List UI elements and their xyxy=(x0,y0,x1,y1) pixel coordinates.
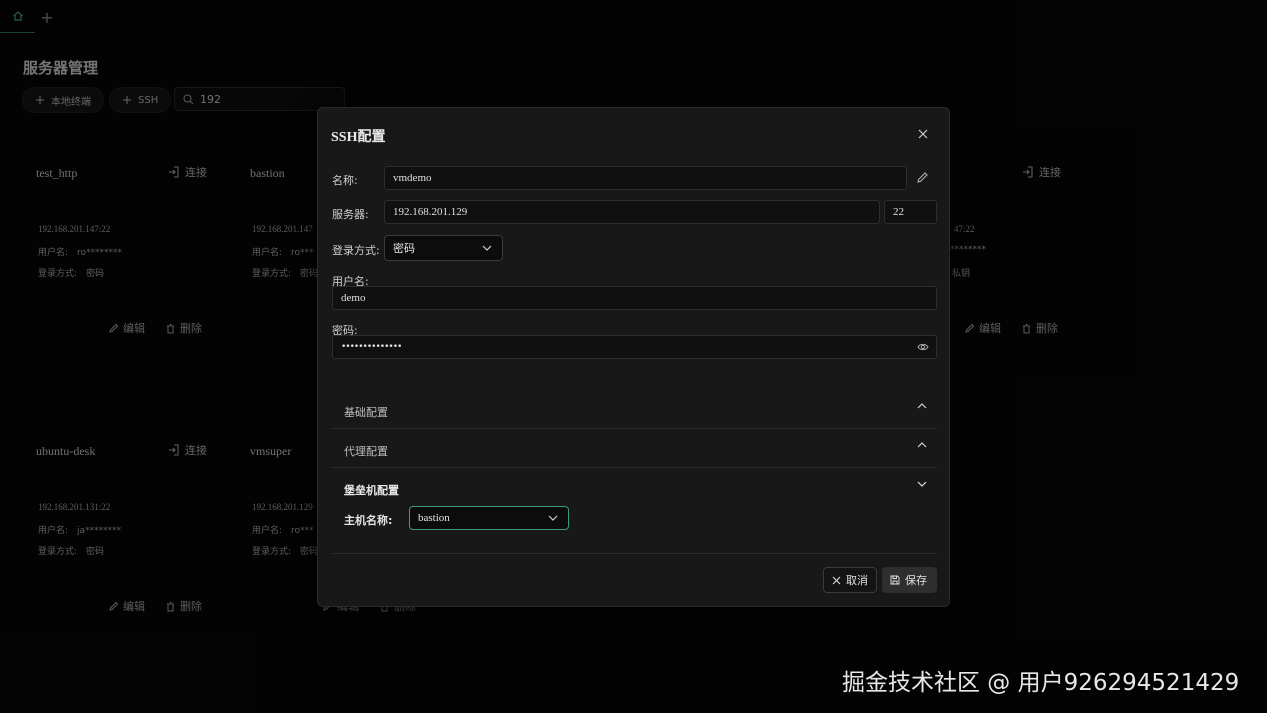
close-button[interactable] xyxy=(914,125,932,143)
bastion-host-value: bastion xyxy=(418,512,450,524)
login-method-label: 登录方式: xyxy=(332,244,380,257)
username-input[interactable]: demo xyxy=(332,286,937,310)
pencil-icon xyxy=(917,172,928,183)
ssh-config-dialog: SSH配置 名称: vmdemo 服务器: 192.168.201.129 22… xyxy=(317,107,950,607)
name-input[interactable]: vmdemo xyxy=(384,166,907,190)
name-label: 名称: xyxy=(332,174,358,187)
cancel-label: 取消 xyxy=(846,574,868,587)
login-method-value: 密码 xyxy=(393,242,415,255)
password-value: •••••••••••••• xyxy=(341,342,402,352)
section-bastion-label: 堡垒机配置 xyxy=(344,484,399,497)
server-host-input[interactable]: 192.168.201.129 xyxy=(384,200,880,224)
rename-button[interactable] xyxy=(916,171,929,187)
footer-divider xyxy=(332,553,937,554)
chevron-down-icon xyxy=(482,245,492,251)
close-icon xyxy=(918,129,928,139)
chevron-up-icon xyxy=(917,403,927,409)
eye-icon xyxy=(917,343,929,351)
host-name-label: 主机名称: xyxy=(344,514,393,527)
save-button[interactable]: 保存 xyxy=(882,567,937,593)
section-basic-config[interactable]: 基础配置 xyxy=(332,391,937,429)
login-method-select[interactable]: 密码 xyxy=(384,235,503,261)
password-input[interactable]: •••••••••••••• xyxy=(332,335,937,359)
save-label: 保存 xyxy=(905,574,927,587)
chevron-down-icon xyxy=(917,481,927,487)
chevron-down-icon xyxy=(548,515,558,521)
server-label: 服务器: xyxy=(332,208,369,221)
toggle-password-visibility[interactable] xyxy=(917,342,929,355)
cancel-button[interactable]: 取消 xyxy=(823,567,877,593)
server-port-input[interactable]: 22 xyxy=(884,200,937,224)
bastion-host-select[interactable]: bastion xyxy=(409,506,569,530)
section-proxy-config[interactable]: 代理配置 xyxy=(332,430,937,468)
section-proxy-label: 代理配置 xyxy=(344,445,388,458)
close-icon xyxy=(832,576,841,584)
section-basic-label: 基础配置 xyxy=(344,406,388,419)
dialog-title: SSH配置 xyxy=(331,130,386,145)
save-icon xyxy=(890,575,900,585)
section-bastion-config[interactable]: 堡垒机配置 xyxy=(332,469,937,507)
watermark-text: 掘金技术社区 @ 用户926294521429 xyxy=(842,670,1240,696)
chevron-up-icon xyxy=(917,442,927,448)
